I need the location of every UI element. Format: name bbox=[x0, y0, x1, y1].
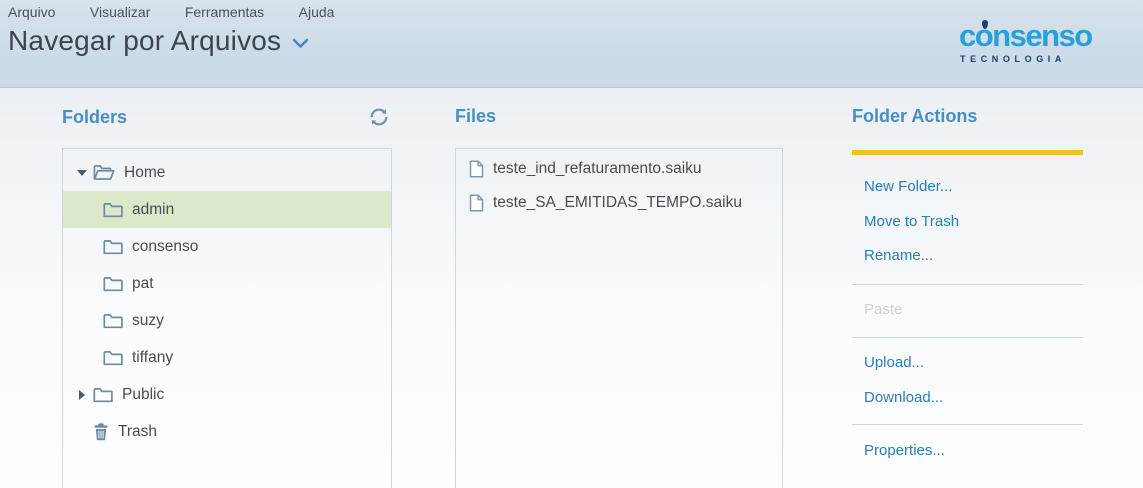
refresh-icon[interactable] bbox=[368, 106, 390, 128]
folder-tree-item-public[interactable]: Public bbox=[63, 376, 391, 413]
file-item-teste-ind-refaturamento[interactable]: teste_ind_refaturamento.saiku bbox=[456, 152, 782, 186]
folder-label: tiffany bbox=[132, 349, 173, 367]
folder-label: Home bbox=[124, 164, 165, 182]
action-move-to-trash[interactable]: Move to Trash bbox=[864, 213, 959, 230]
file-item-teste-sa-emitidas-tempo[interactable]: teste_SA_EMITIDAS_TEMPO.saiku bbox=[456, 186, 782, 220]
file-name: teste_ind_refaturamento.saiku bbox=[493, 160, 702, 178]
folder-icon bbox=[103, 276, 123, 292]
accent-bar bbox=[852, 150, 1083, 155]
folder-tree-item-consenso[interactable]: consenso bbox=[63, 228, 391, 265]
consenso-logo: consenso TECNOLOGIA bbox=[957, 20, 1113, 64]
chevron-down-icon[interactable] bbox=[292, 36, 309, 54]
action-rename[interactable]: Rename... bbox=[864, 247, 933, 264]
file-icon bbox=[469, 160, 484, 178]
files-list: teste_ind_refaturamento.saiku teste_SA_E… bbox=[455, 148, 783, 488]
title-row: Navegar por Arquivos bbox=[8, 24, 309, 58]
trash-icon bbox=[93, 423, 109, 441]
folder-label: Public bbox=[122, 386, 164, 404]
folders-panel-header: Folders bbox=[62, 106, 392, 128]
files-title: Files bbox=[455, 106, 496, 127]
folder-label: pat bbox=[132, 275, 154, 293]
top-bar: Arquivo Visualizar Ferramentas Ajuda Nav… bbox=[0, 0, 1143, 88]
folder-tree-item-admin[interactable]: admin bbox=[63, 191, 391, 228]
folder-tree-item-suzy[interactable]: suzy bbox=[63, 302, 391, 339]
logo-wordmark: consenso bbox=[957, 20, 1113, 51]
folder-label: admin bbox=[132, 201, 174, 219]
folder-open-icon bbox=[93, 164, 115, 181]
trash-label: Trash bbox=[118, 423, 157, 441]
action-new-folder[interactable]: New Folder... bbox=[864, 178, 952, 195]
chevron-collapsed-icon[interactable] bbox=[76, 390, 88, 400]
chevron-expanded-icon[interactable] bbox=[76, 170, 88, 176]
folder-tree-item-home[interactable]: Home bbox=[63, 154, 391, 191]
menu-ajuda[interactable]: Ajuda bbox=[299, 4, 335, 20]
file-browser-page: Arquivo Visualizar Ferramentas Ajuda Nav… bbox=[0, 0, 1143, 488]
menu-ferramentas[interactable]: Ferramentas bbox=[185, 4, 264, 20]
folder-label: consenso bbox=[132, 238, 198, 256]
folder-tree: Home admin consenso pat suzy bbox=[62, 148, 392, 488]
folders-title: Folders bbox=[62, 107, 127, 128]
folder-icon bbox=[103, 239, 123, 255]
file-icon bbox=[469, 194, 484, 212]
action-properties[interactable]: Properties... bbox=[864, 442, 945, 459]
menu-arquivo[interactable]: Arquivo bbox=[8, 4, 55, 20]
divider bbox=[852, 424, 1083, 425]
folder-actions-title: Folder Actions bbox=[852, 106, 977, 127]
menu-bar: Arquivo Visualizar Ferramentas Ajuda bbox=[8, 4, 364, 22]
divider bbox=[852, 337, 1083, 338]
action-paste[interactable]: Paste bbox=[864, 301, 902, 318]
folder-icon bbox=[103, 202, 123, 218]
action-upload[interactable]: Upload... bbox=[864, 354, 924, 371]
logo-tagline: TECNOLOGIA bbox=[957, 54, 1113, 64]
file-name: teste_SA_EMITIDAS_TEMPO.saiku bbox=[493, 194, 742, 212]
menu-visualizar[interactable]: Visualizar bbox=[90, 4, 150, 20]
folder-tree-item-trash[interactable]: Trash bbox=[63, 413, 391, 450]
action-download[interactable]: Download... bbox=[864, 389, 943, 406]
folder-tree-item-pat[interactable]: pat bbox=[63, 265, 391, 302]
folder-icon bbox=[93, 387, 113, 403]
page-title: Navegar por Arquivos bbox=[8, 24, 281, 58]
folder-tree-item-tiffany[interactable]: tiffany bbox=[63, 339, 391, 376]
divider bbox=[852, 284, 1083, 285]
folder-icon bbox=[103, 313, 123, 329]
folder-icon bbox=[103, 350, 123, 366]
folder-label: suzy bbox=[132, 312, 164, 330]
